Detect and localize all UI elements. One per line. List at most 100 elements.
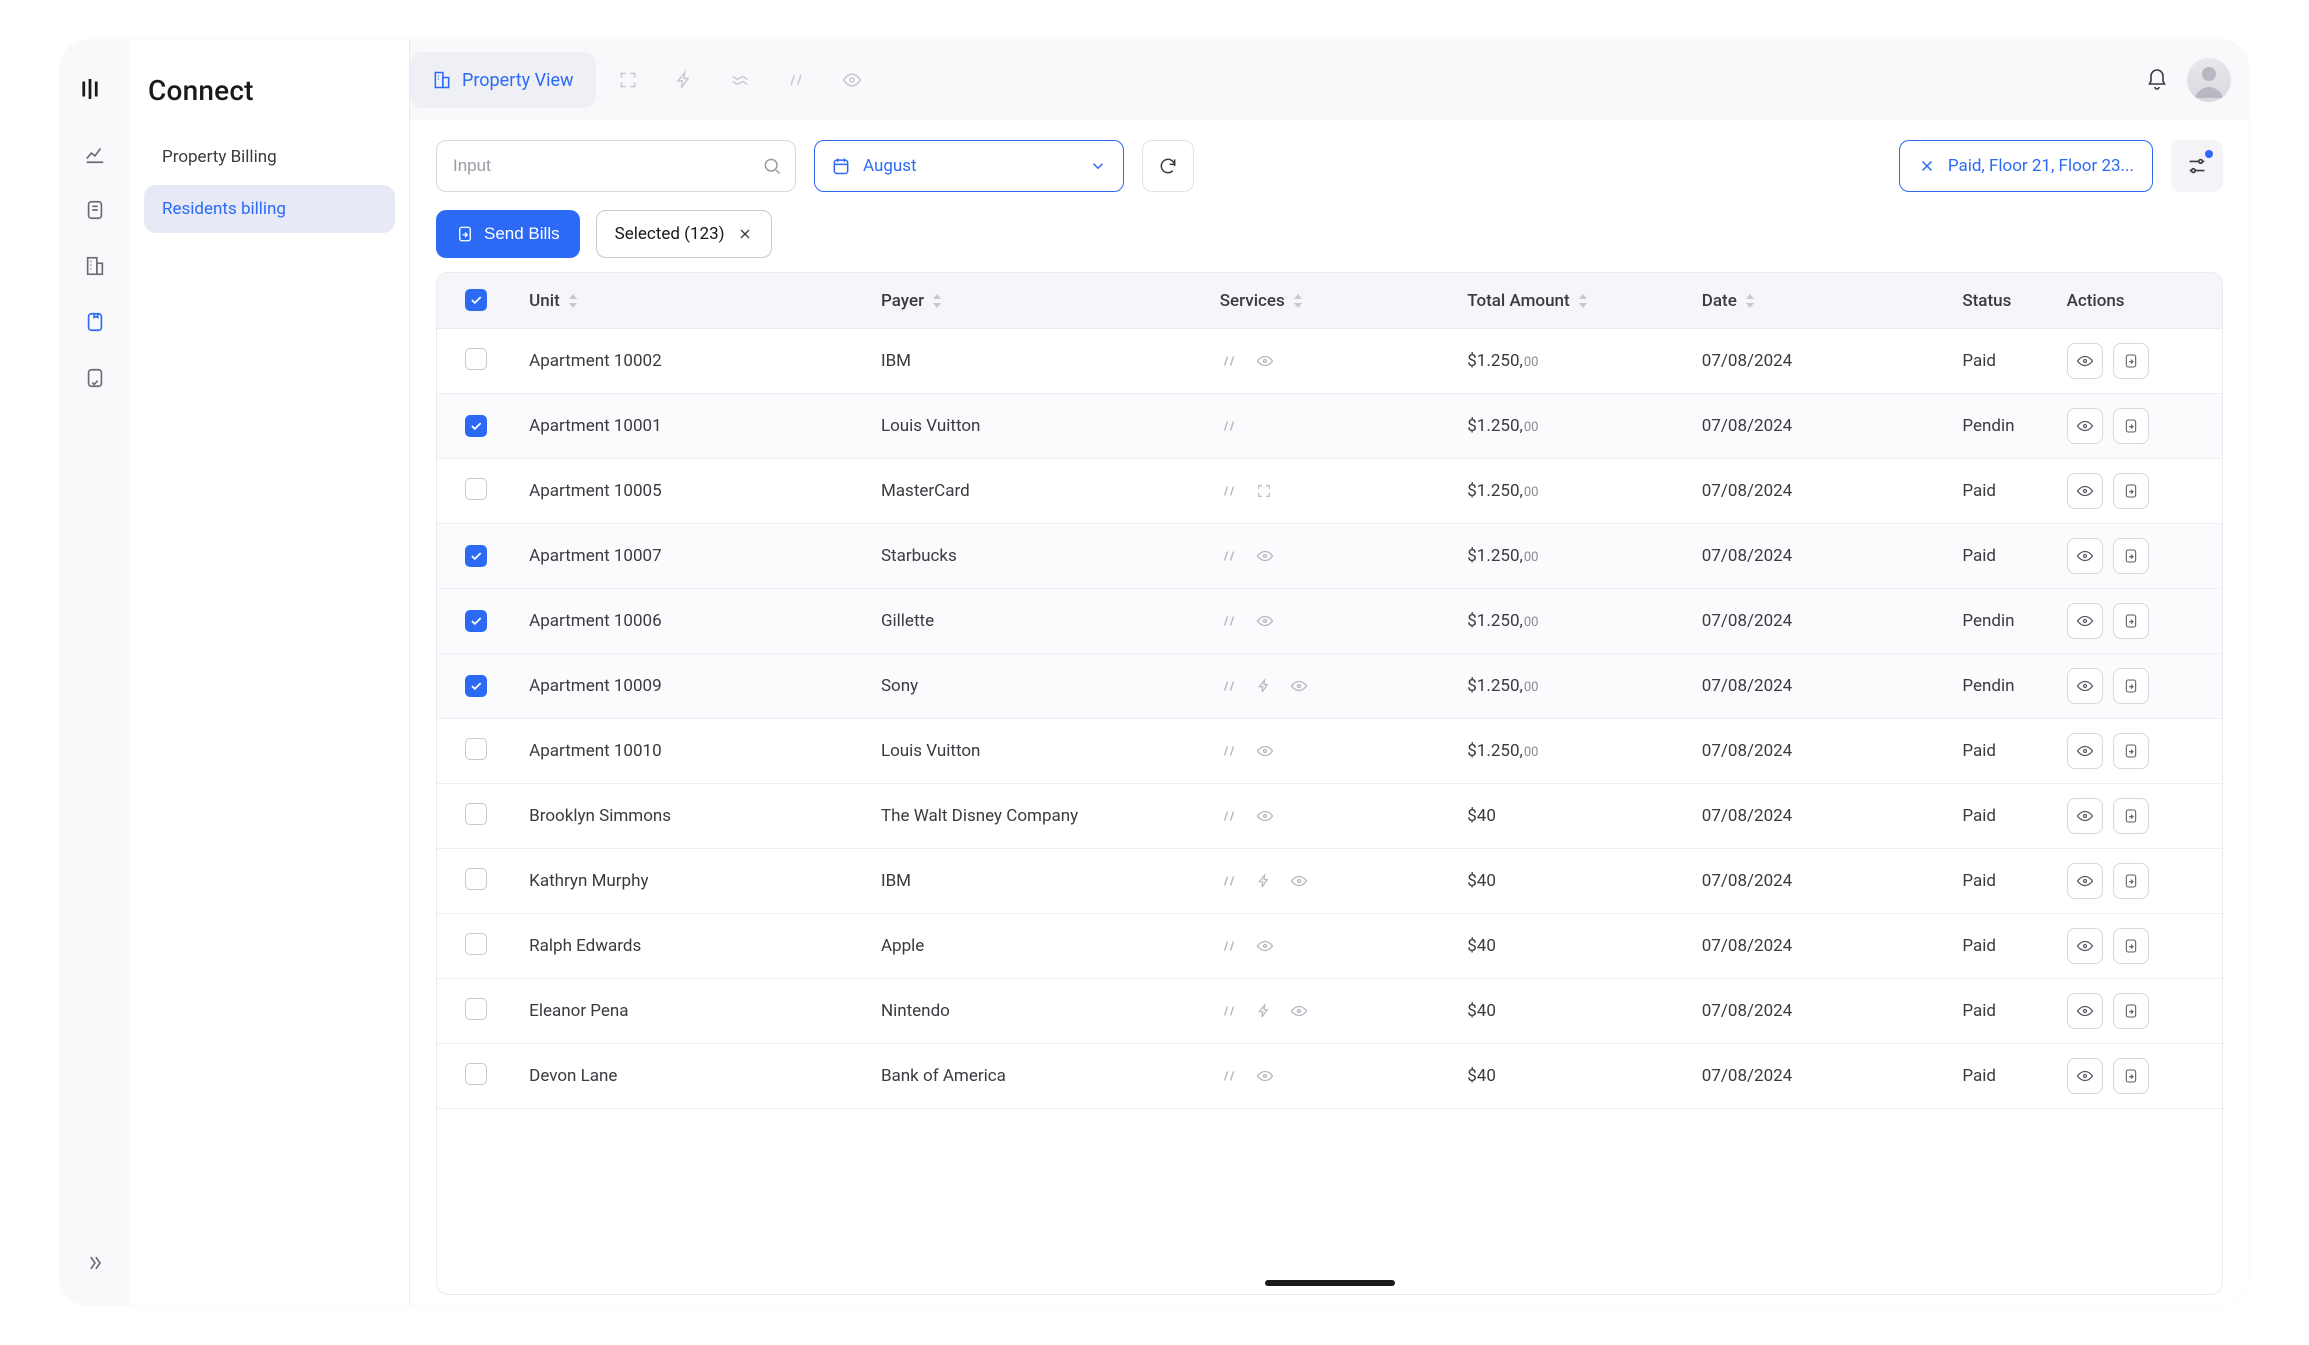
col-header-unit[interactable]: Unit	[515, 273, 867, 329]
row-checkbox[interactable]	[465, 803, 487, 825]
nav-billing-icon[interactable]	[73, 300, 117, 344]
send-row-button[interactable]	[2113, 408, 2149, 444]
row-checkbox[interactable]	[465, 545, 487, 567]
tool-expand-icon[interactable]	[604, 56, 652, 104]
row-checkbox[interactable]	[465, 348, 487, 370]
filter-settings-button[interactable]	[2171, 140, 2223, 192]
cell-unit: Brooklyn Simmons	[515, 784, 867, 849]
cell-actions	[2053, 654, 2222, 719]
view-row-button[interactable]	[2067, 603, 2103, 639]
row-checkbox[interactable]	[465, 868, 487, 890]
send-row-button[interactable]	[2113, 798, 2149, 834]
view-row-button[interactable]	[2067, 473, 2103, 509]
cell-actions	[2053, 914, 2222, 979]
nav-building-icon[interactable]	[73, 244, 117, 288]
cell-unit: Eleanor Pena	[515, 979, 867, 1044]
user-avatar[interactable]	[2187, 58, 2231, 102]
notifications-button[interactable]	[2135, 58, 2179, 102]
col-header-label: Unit	[529, 291, 560, 311]
view-row-button[interactable]	[2067, 928, 2103, 964]
close-icon	[1918, 157, 1936, 175]
send-row-button[interactable]	[2113, 928, 2149, 964]
applied-filters-pill[interactable]: Paid, Floor 21, Floor 23...	[1899, 140, 2153, 192]
tool-eye-icon[interactable]	[828, 56, 876, 104]
search-input[interactable]	[436, 140, 796, 192]
send-row-button[interactable]	[2113, 603, 2149, 639]
row-checkbox[interactable]	[465, 478, 487, 500]
row-checkbox[interactable]	[465, 933, 487, 955]
nav-document-icon[interactable]	[73, 356, 117, 400]
send-row-button[interactable]	[2113, 733, 2149, 769]
view-row-button[interactable]	[2067, 733, 2103, 769]
view-row-button[interactable]	[2067, 538, 2103, 574]
send-bills-button[interactable]: Send Bills	[436, 210, 580, 258]
view-row-button[interactable]	[2067, 863, 2103, 899]
tab-property-view[interactable]: Property View	[410, 52, 596, 108]
col-header-label: Total Amount	[1467, 291, 1569, 311]
applied-filters-text: Paid, Floor 21, Floor 23...	[1948, 156, 2134, 176]
view-row-button[interactable]	[2067, 1058, 2103, 1094]
tool-slash-icon[interactable]	[772, 56, 820, 104]
tool-bolt-icon[interactable]	[660, 56, 708, 104]
service-waves-icon	[1220, 677, 1238, 695]
send-row-button[interactable]	[2113, 668, 2149, 704]
view-row-button[interactable]	[2067, 993, 2103, 1029]
send-row-button[interactable]	[2113, 993, 2149, 1029]
service-bolt-icon	[1256, 873, 1272, 889]
building-icon	[432, 70, 452, 90]
view-row-button[interactable]	[2067, 343, 2103, 379]
row-checkbox[interactable]	[465, 415, 487, 437]
cell-payer: Sony	[867, 654, 1206, 719]
row-checkbox[interactable]	[465, 610, 487, 632]
tool-waves-icon[interactable]	[716, 56, 764, 104]
row-checkbox[interactable]	[465, 675, 487, 697]
cell-status: Paid	[1948, 849, 2052, 914]
col-header-payer[interactable]: Payer	[867, 273, 1206, 329]
cell-payer: Starbucks	[867, 524, 1206, 589]
cell-unit: Kathryn Murphy	[515, 849, 867, 914]
col-header-status: Status	[1948, 273, 2052, 329]
send-row-button[interactable]	[2113, 343, 2149, 379]
service-waves-icon	[1220, 1067, 1238, 1085]
nav-analytics-icon[interactable]	[73, 132, 117, 176]
service-eye-icon	[1290, 872, 1308, 890]
row-checkbox[interactable]	[465, 1063, 487, 1085]
nav-notes-icon[interactable]	[73, 188, 117, 232]
cell-amount: $40	[1453, 849, 1688, 914]
tab-label: Property View	[462, 70, 574, 91]
select-all-checkbox[interactable]	[465, 289, 487, 311]
sidenav-item-property-billing[interactable]: Property Billing	[144, 133, 395, 181]
send-row-button[interactable]	[2113, 473, 2149, 509]
content: August Paid, Floor 21, Floor 23...	[410, 120, 2249, 1305]
refresh-button[interactable]	[1142, 140, 1194, 192]
row-checkbox[interactable]	[465, 998, 487, 1020]
cell-payer: IBM	[867, 329, 1206, 394]
brand-text: Connect	[148, 74, 254, 107]
col-header-services[interactable]: Services	[1206, 273, 1454, 329]
cell-services	[1206, 654, 1454, 719]
cell-amount: $40	[1453, 979, 1688, 1044]
send-row-button[interactable]	[2113, 1058, 2149, 1094]
month-select[interactable]: August	[814, 140, 1124, 192]
cell-unit: Apartment 10006	[515, 589, 867, 654]
service-eye-icon	[1256, 937, 1274, 955]
cell-services	[1206, 394, 1454, 459]
send-row-button[interactable]	[2113, 863, 2149, 899]
table-container: Unit Payer Services Total Amount Date St…	[436, 272, 2223, 1295]
close-icon[interactable]	[737, 226, 753, 242]
sidenav-item-residents-billing[interactable]: Residents billing	[144, 185, 395, 233]
expand-sidebar-button[interactable]	[73, 1241, 117, 1285]
view-row-button[interactable]	[2067, 668, 2103, 704]
col-header-total[interactable]: Total Amount	[1453, 273, 1688, 329]
send-row-button[interactable]	[2113, 538, 2149, 574]
view-row-button[interactable]	[2067, 408, 2103, 444]
horizontal-scrollbar[interactable]	[437, 1280, 2222, 1288]
selected-chip[interactable]: Selected (123)	[596, 210, 772, 258]
cell-payer: Bank of America	[867, 1044, 1206, 1109]
vertical-scrollbar[interactable]	[2222, 273, 2223, 393]
cell-unit: Apartment 10001	[515, 394, 867, 459]
col-header-date[interactable]: Date	[1688, 273, 1949, 329]
view-row-button[interactable]	[2067, 798, 2103, 834]
cell-unit: Devon Lane	[515, 1044, 867, 1109]
row-checkbox[interactable]	[465, 738, 487, 760]
